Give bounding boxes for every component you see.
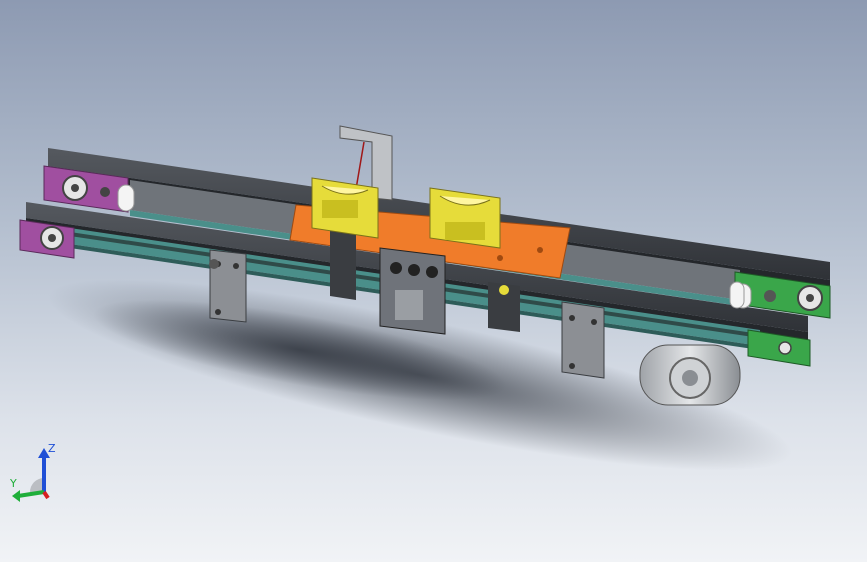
- triad-plane: [30, 478, 44, 492]
- conveyor-assembly-model[interactable]: [0, 0, 867, 562]
- graphics-viewport[interactable]: Z Y: [0, 0, 867, 562]
- fixture-right[interactable]: [429, 187, 501, 249]
- orientation-triad: Z Y: [10, 442, 56, 502]
- y-axis-arrow: [17, 490, 45, 498]
- drive-motor[interactable]: [639, 344, 741, 406]
- sensor-block-right[interactable]: [488, 282, 520, 332]
- y-axis-arrowhead: [12, 490, 20, 502]
- stopper-unit[interactable]: [379, 247, 446, 335]
- x-axis-arrow: [42, 490, 50, 500]
- y-axis-label: Y: [10, 477, 17, 490]
- right-support-bracket[interactable]: [561, 301, 605, 379]
- fixture-left[interactable]: [311, 177, 379, 239]
- z-axis-label: Z: [48, 442, 56, 455]
